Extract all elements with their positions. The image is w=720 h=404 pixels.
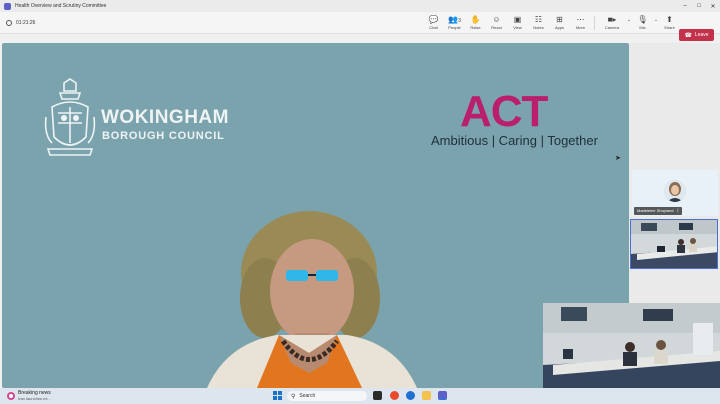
act-tagline: Ambitious | Caring | Together xyxy=(431,133,598,148)
teams-meeting-window: Health Overview and Scrutiny Committee –… xyxy=(0,0,720,404)
taskbar-search-box[interactable]: ⚲ Search xyxy=(287,391,367,401)
mouse-cursor-icon: ➤ xyxy=(615,155,621,162)
copilot-icon[interactable] xyxy=(390,391,399,400)
participant-name-chip: Madeleine Shopland 〈 xyxy=(634,207,682,215)
mic-button[interactable]: 🎙 Mic xyxy=(632,14,653,32)
chat-icon: 💬 xyxy=(428,15,439,24)
hang-up-icon: ☎ xyxy=(684,32,692,39)
mic-muted-icon: 〈 xyxy=(674,208,679,213)
news-widget-icon[interactable] xyxy=(7,392,15,400)
toolbar-divider xyxy=(594,16,595,30)
people-icon: 👥3 xyxy=(448,15,461,24)
act-logo: ACT xyxy=(460,87,548,136)
council-name: WOKINGHAM xyxy=(101,107,229,128)
teams-app-icon xyxy=(4,2,11,10)
mic-icon: 🎙 xyxy=(637,15,648,24)
participant-name: Madeleine Shopland xyxy=(637,208,674,213)
leave-button[interactable]: ☎ Leave xyxy=(679,29,714,41)
elapsed-time: 01:21:26 xyxy=(16,19,36,26)
window-title: Health Overview and Scrutiny Committee xyxy=(15,3,107,9)
search-icon: ⚲ xyxy=(291,393,296,400)
react-icon: ☺ xyxy=(492,15,501,24)
meeting-timer: 01:21:26 xyxy=(6,19,36,26)
main-video-stage[interactable]: WOKINGHAM BOROUGH COUNCIL ACT Ambitious … xyxy=(2,43,629,388)
presenter-video xyxy=(207,211,417,388)
meeting-room-self-view xyxy=(543,303,720,388)
raise-hand-icon: ✋ xyxy=(470,15,481,24)
camera-button[interactable]: ■▸ Camera xyxy=(598,14,626,32)
recording-indicator-icon xyxy=(6,19,12,26)
people-count: 3 xyxy=(458,18,461,24)
share-icon: ⬆ xyxy=(666,15,673,24)
notes-icon: ☷ xyxy=(534,15,543,24)
task-view-icon[interactable] xyxy=(373,391,382,400)
minimize-button[interactable]: – xyxy=(678,3,692,10)
apps-button[interactable]: ⊞ Apps xyxy=(549,14,570,32)
windows-taskbar: Breaking news Iran launches mi... ⚲ Sear… xyxy=(0,388,720,404)
title-bar: Health Overview and Scrutiny Committee –… xyxy=(0,0,720,12)
meeting-tools: 💬 Chat 👥3 People ✋ Raise ☺ React ▣ View … xyxy=(423,14,680,32)
windows-start-icon[interactable] xyxy=(273,391,282,400)
raise-hand-button[interactable]: ✋ Raise xyxy=(465,14,486,32)
chat-button[interactable]: 💬 Chat xyxy=(423,14,444,32)
meeting-toolbar: 01:21:26 💬 Chat 👥3 People ✋ Raise ☺ Reac… xyxy=(0,12,720,41)
file-explorer-icon[interactable] xyxy=(422,391,431,400)
council-crest-logo xyxy=(44,78,96,156)
people-label: People xyxy=(448,25,461,30)
news-widget-subtitle[interactable]: Iran launches mi... xyxy=(18,396,51,401)
share-button[interactable]: ⬆ Share xyxy=(659,14,680,32)
more-icon: ⋯ xyxy=(576,15,585,24)
avatar xyxy=(664,180,686,202)
more-button[interactable]: ⋯ More xyxy=(570,14,591,32)
council-subtitle: BOROUGH COUNCIL xyxy=(102,130,225,142)
notes-label: Notes xyxy=(533,25,544,30)
edge-browser-icon[interactable] xyxy=(406,391,415,400)
window-controls: – □ ✕ xyxy=(678,3,720,10)
participant-tile[interactable]: Madeleine Shopland 〈 xyxy=(632,170,718,216)
teams-taskbar-icon[interactable] xyxy=(438,391,447,400)
view-icon: ▣ xyxy=(513,15,522,24)
mic-label: Mic xyxy=(639,25,646,30)
view-button[interactable]: ▣ View xyxy=(507,14,528,32)
react-label: React xyxy=(491,25,502,30)
search-label: Search xyxy=(299,393,316,399)
close-button[interactable]: ✕ xyxy=(706,3,720,10)
react-button[interactable]: ☺ React xyxy=(486,14,507,32)
maximize-button[interactable]: □ xyxy=(692,3,706,10)
room-video-preview[interactable] xyxy=(543,303,720,388)
notes-button[interactable]: ☷ Notes xyxy=(528,14,549,32)
camera-icon: ■▸ xyxy=(607,15,617,24)
view-label: View xyxy=(513,25,522,30)
apps-icon: ⊞ xyxy=(556,15,563,24)
apps-label: Apps xyxy=(554,25,565,30)
more-label: More xyxy=(575,25,586,30)
camera-label: Camera xyxy=(604,25,620,30)
raise-label: Raise xyxy=(470,25,481,30)
meeting-room-video xyxy=(631,220,717,268)
room-video-tile[interactable] xyxy=(630,219,718,269)
share-label: Share xyxy=(664,25,675,30)
chat-label: Chat xyxy=(429,25,438,30)
leave-label: Leave xyxy=(694,32,709,38)
people-button[interactable]: 👥3 People xyxy=(444,14,465,32)
